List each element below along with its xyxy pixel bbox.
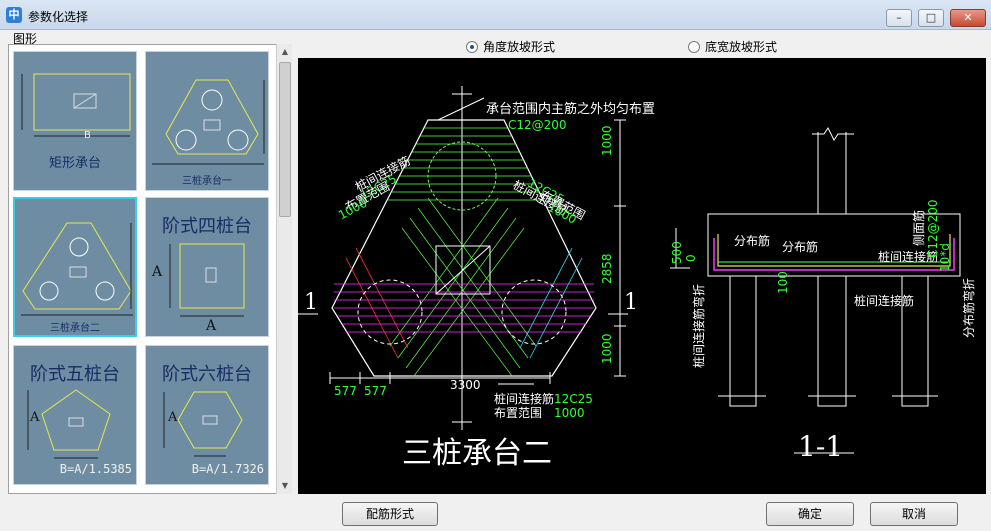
sec-pile-link-label-2: 桩间连接筋: [854, 294, 915, 308]
sec-pile-link-bend: 桩间连接筋弯折: [692, 283, 706, 368]
stepped-six-dim-a: A: [168, 410, 178, 425]
thumb-stepped-four[interactable]: 阶式四桩台 A A: [145, 197, 269, 337]
close-button[interactable]: ✕: [950, 9, 986, 27]
sec-dim-100: 100: [776, 271, 790, 294]
shape-list[interactable]: B 矩形承台 三桩承台一 三桩承台二 阶式四桩台 A A 阶式五桩台 A B=A…: [8, 44, 292, 494]
scroll-thumb[interactable]: [279, 62, 291, 217]
thumb-three-pile-1-label: 三桩承台一: [182, 176, 232, 187]
sec-dim-500: 500: [670, 241, 684, 264]
stepped-six-formula: B=A/1.7326: [191, 462, 264, 476]
thumb-three-pile-2-label: 三桩承台二: [50, 323, 100, 334]
thumb-three-pile-2[interactable]: 三桩承台二: [13, 197, 137, 337]
sec-dim-10d: 10*d: [938, 243, 952, 272]
thumb-three-pile-1[interactable]: 三桩承台一: [145, 51, 269, 191]
sec-dist-label-2: 分布筋: [782, 240, 819, 254]
maximize-button[interactable]: □: [918, 9, 944, 27]
dim-bottom-total: 3300: [450, 378, 481, 392]
thumb-rect-cap-label: 矩形承台: [48, 156, 101, 171]
radio-width-slope-label: 底宽放坡形式: [705, 40, 778, 54]
thumb-stepped-six[interactable]: 阶式六桩台 A B=A/1.7326: [145, 345, 269, 485]
sec-side-label: 侧面筋: [912, 209, 926, 246]
radio-selected-icon: [466, 40, 478, 53]
scroll-down-arrow-icon[interactable]: ▼: [277, 478, 293, 494]
radio-angle-slope[interactable]: 角度放坡形式: [466, 38, 555, 55]
dim-bottom-2: 577: [364, 384, 387, 398]
radio-angle-slope-label: 角度放坡形式: [483, 40, 556, 54]
ok-button[interactable]: 确定: [766, 502, 854, 526]
thumb-stepped-four-label: 阶式四桩台: [162, 216, 252, 237]
minimize-button[interactable]: –: [886, 9, 912, 27]
stepped-four-dim-a-left: A: [152, 264, 163, 280]
section-mark-right: 1: [624, 290, 638, 315]
drawing-title: 三桩承台二: [402, 436, 552, 471]
dim-bottom-1: 577: [334, 384, 357, 398]
shape-list-scrollbar[interactable]: ▲ ▼: [276, 44, 292, 494]
close-icon: ✕: [963, 11, 973, 24]
minimize-icon: –: [896, 11, 902, 24]
thumb-stepped-five[interactable]: 阶式五桩台 A B=A/1.5385: [13, 345, 137, 485]
dim-right-bot: 1000: [600, 333, 614, 364]
thumb-stepped-five-label: 阶式五桩台: [30, 364, 120, 385]
slope-form-options: 角度放坡形式 底宽放坡形式: [298, 34, 986, 58]
section-mark-left: 1: [304, 290, 318, 315]
thumb-stepped-six-label: 阶式六桩台: [162, 364, 252, 385]
note-top: 承台范围内主筋之外均匀布置: [486, 102, 656, 117]
sec-dim-0: 0: [684, 254, 698, 262]
rebar-form-button[interactable]: 配筋形式: [342, 502, 438, 526]
title-bar: 中 参数化选择 – □ ✕: [0, 0, 991, 30]
dim-right-mid: 2858: [600, 253, 614, 284]
app-icon: 中: [6, 7, 22, 23]
cancel-button[interactable]: 取消: [870, 502, 958, 526]
three-pile-2-diagram: [21, 222, 133, 316]
section-title: 1-1: [798, 430, 844, 463]
stepped-four-dim-a-bottom: A: [206, 318, 217, 334]
bottom-range-label: 布置范围: [494, 406, 543, 420]
sec-dist-bend: 分布筋弯折: [962, 277, 976, 338]
dim-right-top: 1000: [600, 125, 614, 156]
stepped-five-formula: B=A/1.5385: [59, 462, 132, 476]
maximize-icon: □: [925, 11, 937, 24]
bottom-link-value: 12C25: [554, 392, 593, 406]
drawing-canvas: 承台范围内主筋之外均匀布置 C12@200 桩间连接筋 12C25 布置范围 1…: [298, 58, 986, 494]
rebar-top-spec: C12@200: [508, 118, 567, 132]
bottom-range-value: 1000: [554, 406, 585, 420]
sec-dist-label-1: 分布筋: [734, 234, 771, 248]
stepped-five-dim-a: A: [30, 410, 40, 425]
section-1-1-drawing: [707, 127, 961, 407]
radio-unselected-icon: [688, 40, 700, 53]
thumb-rect-cap[interactable]: B 矩形承台: [13, 51, 137, 191]
radio-width-slope[interactable]: 底宽放坡形式: [688, 38, 777, 55]
rect-dim-b: B: [84, 130, 91, 141]
three-pile-1-diagram: [152, 79, 265, 165]
scroll-up-arrow-icon[interactable]: ▲: [277, 44, 293, 60]
window-title: 参数化选择: [28, 10, 89, 24]
